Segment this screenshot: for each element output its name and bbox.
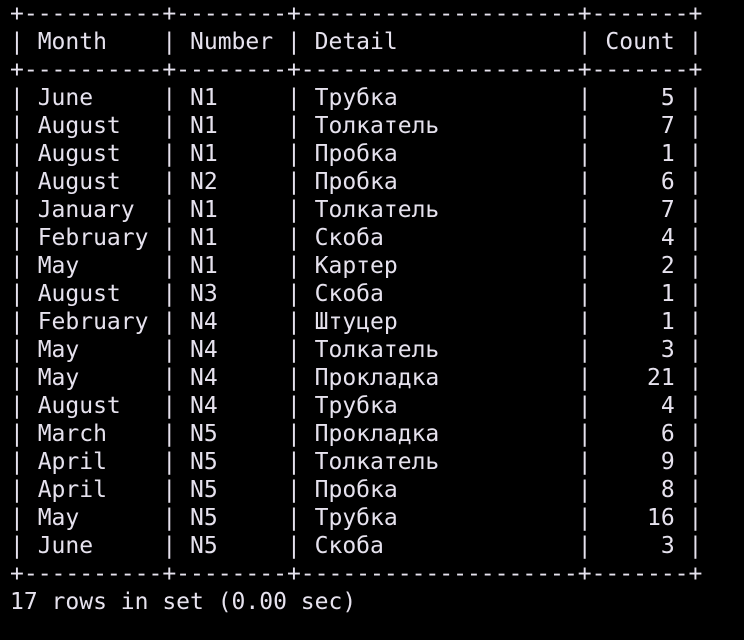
- table-row: | May | N4 | Толкатель | 3 |: [10, 337, 703, 363]
- table-header-row: | Month | Number | Detail | Count |: [10, 29, 703, 55]
- table-row: | February | N1 | Скоба | 4 |: [10, 225, 703, 251]
- table-row: | August | N1 | Толкатель | 7 |: [10, 113, 703, 139]
- table-row: | January | N1 | Толкатель | 7 |: [10, 197, 703, 223]
- table-row: | August | N2 | Пробка | 6 |: [10, 169, 703, 195]
- table-row: | February | N4 | Штуцер | 1 |: [10, 309, 703, 335]
- table-row: | May | N1 | Картер | 2 |: [10, 253, 703, 279]
- table-row: | June | N1 | Трубка | 5 |: [10, 85, 703, 111]
- table-border-bottom: +----------+--------+-------------------…: [10, 561, 703, 587]
- table-row: | April | N5 | Пробка | 8 |: [10, 477, 703, 503]
- table-row: | August | N1 | Пробка | 1 |: [10, 141, 703, 167]
- table-row: | March | N5 | Прокладка | 6 |: [10, 421, 703, 447]
- table-row: | May | N5 | Трубка | 16 |: [10, 505, 703, 531]
- table-border-top: +----------+--------+-------------------…: [10, 1, 703, 27]
- table-body: | June | N1 | Трубка | 5 | | August | N1 …: [10, 84, 740, 560]
- table-row: | August | N4 | Трубка | 4 |: [10, 393, 703, 419]
- table-row: | April | N5 | Толкатель | 9 |: [10, 449, 703, 475]
- table-row: | August | N3 | Скоба | 1 |: [10, 281, 703, 307]
- table-row: | May | N4 | Прокладка | 21 |: [10, 365, 703, 391]
- terminal-window: +----------+--------+-------------------…: [10, 0, 740, 640]
- table-row: | June | N5 | Скоба | 3 |: [10, 533, 703, 559]
- table-border-header: +----------+--------+-------------------…: [10, 57, 703, 83]
- query-summary: 17 rows in set (0.00 sec): [10, 589, 357, 615]
